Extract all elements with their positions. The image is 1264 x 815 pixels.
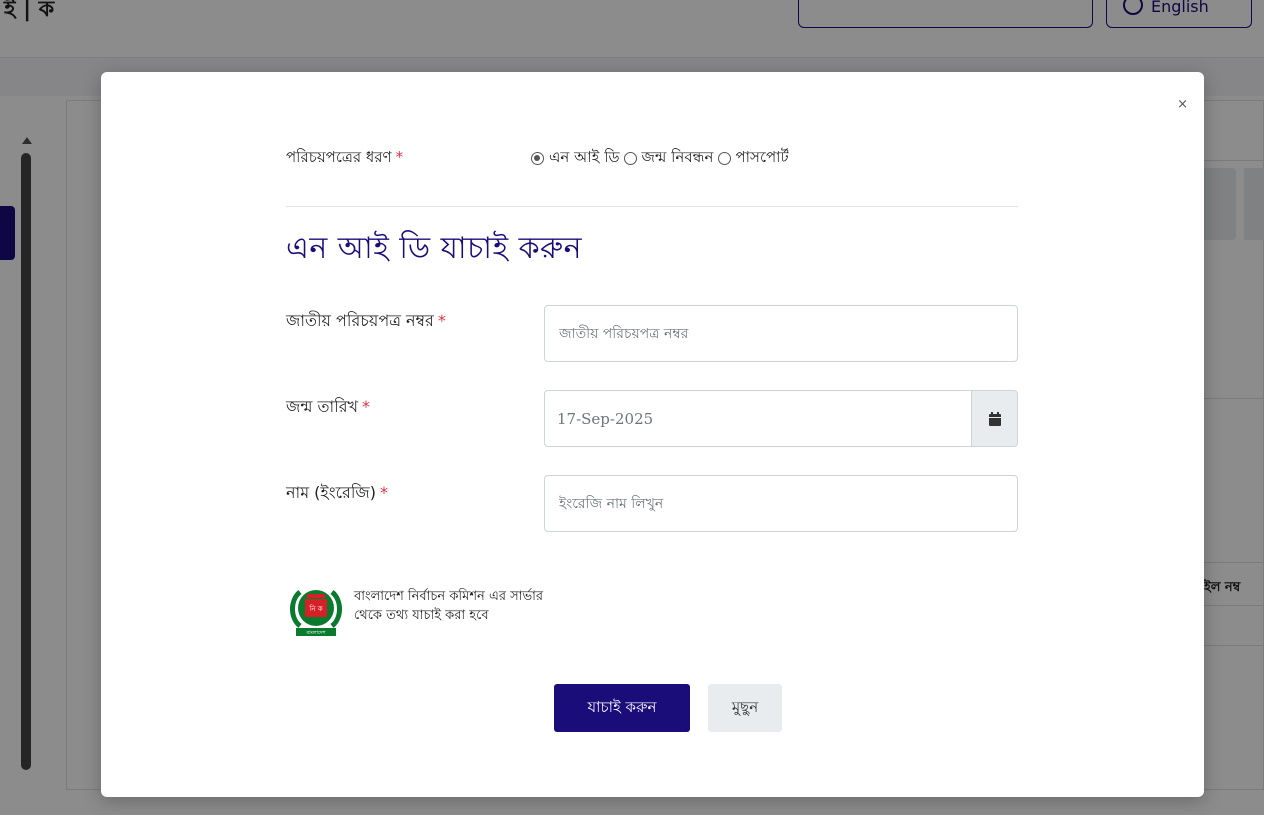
radio-birth-registration[interactable]: জন্ম নিবন্ধন [623, 146, 714, 171]
radio-checked-icon[interactable] [531, 151, 544, 165]
radio-passport[interactable]: পাসপোর্ট [717, 146, 789, 171]
name-field-label: নাম (ইংরেজি) * [286, 480, 388, 507]
english-name-input[interactable] [544, 475, 1018, 532]
radio-passport-label: পাসপোর্ট [735, 147, 789, 166]
id-type-label: পরিচয়পত্রের ধরণ * [286, 146, 531, 171]
calendar-button[interactable] [971, 390, 1018, 447]
calendar-icon [988, 411, 1001, 426]
required-mark: * [395, 147, 404, 166]
ec-notice-text: বাংলাদেশ নির্বাচন কমিশন এর সার্ভার থেকে … [354, 580, 543, 625]
ec-emblem-icon: নি ক বাংলাদেশ [290, 590, 342, 636]
id-type-label-text: পরিচয়পত্রের ধরণ [286, 147, 392, 166]
page-title: এন আই ডি যাচাই করুন [286, 231, 583, 266]
id-type-radio-group: এন আই ডি জন্ম নিবন্ধন পাসপোর্ট [531, 146, 793, 171]
name-field-label-text: নাম (ইংরেজি) [286, 483, 376, 502]
close-icon[interactable]: × [1177, 98, 1188, 111]
verify-button[interactable]: যাচাই করুন [554, 684, 690, 732]
radio-unchecked-icon[interactable] [717, 151, 731, 165]
required-mark: * [362, 397, 371, 416]
radio-birth-registration-label: জন্ম নিবন্ধন [641, 147, 714, 166]
nid-field-label: জাতীয় পরিচয়পত্র নম্বর * [286, 308, 446, 335]
clear-button[interactable]: মুছুন [708, 684, 782, 732]
required-mark: * [379, 483, 388, 502]
dob-field-label-text: জন্ম তারিখ [286, 397, 359, 416]
election-commission-notice: নি ক বাংলাদেশ বাংলাদেশ নির্বাচন কমিশন এর… [286, 580, 543, 640]
dob-input[interactable] [544, 390, 971, 447]
radio-nid[interactable]: এন আই ডি [531, 146, 620, 171]
ec-notice-line2: থেকে তথ্য যাচাই করা হবে [354, 608, 489, 623]
radio-nid-label: এন আই ডি [549, 147, 620, 166]
nid-number-input[interactable] [544, 305, 1018, 362]
ec-logo-banner: বাংলাদেশ [305, 630, 326, 636]
required-mark: * [437, 311, 446, 330]
radio-unchecked-icon[interactable] [623, 151, 637, 165]
nid-field-label-text: জাতীয় পরিচয়পত্র নম্বর [286, 311, 434, 330]
election-commission-logo: নি ক বাংলাদেশ [286, 580, 346, 640]
id-type-row: পরিচয়পত্রের ধরণ * এন আই ডি জন্ম নিবন্ধন … [286, 146, 1018, 170]
ec-notice-line1: বাংলাদেশ নির্বাচন কমিশন এর সার্ভার [354, 589, 544, 604]
nid-verification-modal: × পরিচয়পত্রের ধরণ * এন আই ডি জন্ম নিবন্ধ… [101, 72, 1204, 797]
ec-logo-text: নি ক [308, 605, 322, 613]
section-divider [286, 206, 1018, 207]
dob-field-label: জন্ম তারিখ * [286, 394, 370, 421]
